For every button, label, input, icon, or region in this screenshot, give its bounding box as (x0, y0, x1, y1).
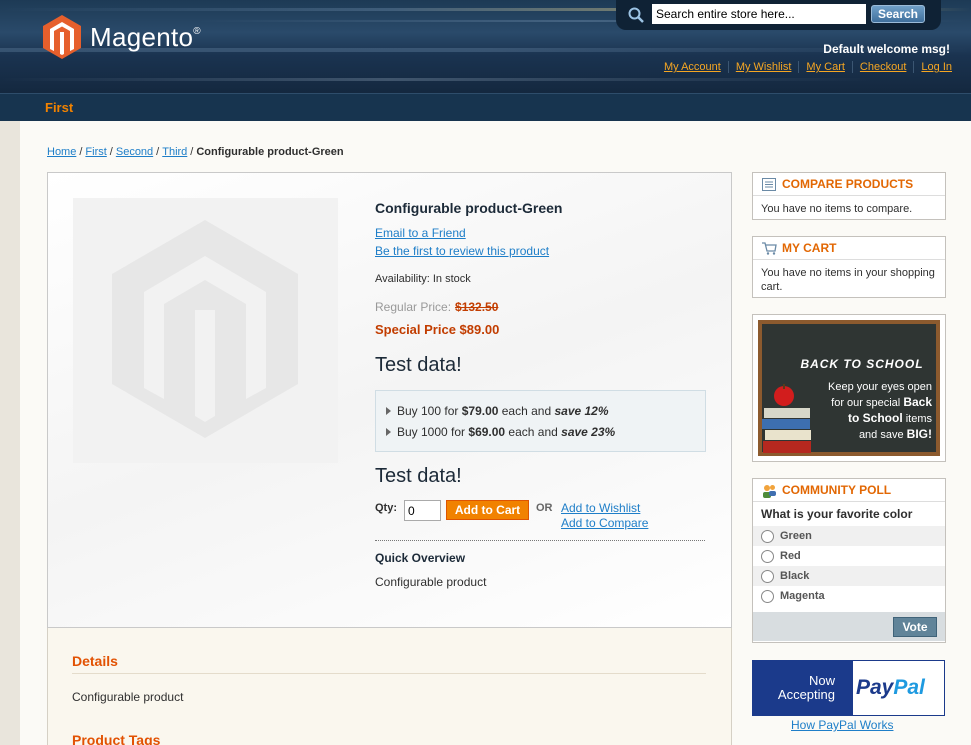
magento-hexagon-icon (43, 15, 81, 59)
breadcrumb: Home / First / Second / Third / Configurable pro… (47, 146, 344, 158)
radio-button[interactable] (761, 529, 774, 543)
people-icon (763, 485, 776, 498)
add-to-wishlist-link[interactable]: Add to Wishlist (561, 501, 640, 515)
paypal-accepting-panel: Now Accepting (753, 661, 853, 715)
my-account-link[interactable]: My Account (664, 61, 721, 73)
breadcrumb-current: Configurable product-Green (196, 146, 344, 158)
qty-label: Qty: (375, 502, 397, 514)
regular-price: Regular Price: $132.50 (375, 300, 499, 314)
breadcrumb-first[interactable]: First (85, 146, 106, 158)
vote-button[interactable]: Vote (893, 617, 937, 637)
availability-status: Availability: In stock (375, 273, 471, 285)
account-links: My Account My Wishlist My Cart Checkout … (664, 61, 952, 73)
product-image[interactable] (73, 198, 338, 463)
nav-item-first[interactable]: First (45, 100, 73, 115)
product-tags-heading: Product Tags (72, 732, 161, 745)
placeholder-logo-icon (112, 220, 298, 438)
bullet-arrow-icon (386, 428, 391, 436)
site-header: Magento® Search Default welcome msg! My … (0, 0, 971, 93)
radio-button[interactable] (761, 569, 774, 583)
details-heading: Details (72, 653, 118, 669)
mini-cart-title: MY CART (753, 237, 945, 260)
checkout-link[interactable]: Checkout (851, 61, 906, 73)
back-to-school-banner[interactable]: BACK TO SCHOOL Keep your eyes open for o… (752, 314, 946, 462)
add-to-compare-link[interactable]: Add to Compare (561, 516, 648, 530)
list-icon (762, 178, 776, 191)
quick-overview-text: Configurable product (375, 575, 487, 589)
radio-button[interactable] (761, 549, 774, 563)
how-paypal-works-link[interactable]: How PayPal Works (791, 718, 893, 732)
banner-title: BACK TO SCHOOL (800, 357, 924, 371)
review-link[interactable]: Be the first to review this product (375, 244, 549, 258)
divider (72, 673, 706, 674)
paypal-banner[interactable]: Now Accepting PayPal (752, 660, 945, 716)
qty-input[interactable] (404, 500, 441, 521)
poll-option-green[interactable]: Green (753, 526, 945, 546)
search-input[interactable] (652, 4, 866, 24)
magento-logo[interactable]: Magento® (42, 14, 201, 60)
product-collateral (47, 628, 732, 745)
login-link[interactable]: Log In (913, 61, 952, 73)
product-name: Configurable product-Green (375, 200, 563, 216)
radio-button[interactable] (761, 589, 774, 603)
product-description-short: Test data! (375, 465, 462, 487)
bullet-arrow-icon (386, 407, 391, 415)
compare-products-title: COMPARE PRODUCTS (753, 173, 945, 196)
old-price: $132.50 (455, 300, 499, 314)
details-text: Configurable product (72, 690, 184, 704)
search-button[interactable]: Search (871, 5, 925, 23)
compare-products-block: COMPARE PRODUCTS You have no items to co… (752, 172, 946, 220)
breadcrumb-second[interactable]: Second (116, 146, 153, 158)
banner-text: Keep your eyes open for our special Back… (828, 381, 932, 441)
poll-option-magenta[interactable]: Magenta (753, 586, 945, 606)
tier-price-item: Buy 100 for $79.00 each and save 12% (386, 404, 609, 418)
compare-products-text: You have no items to compare. (761, 203, 913, 215)
email-friend-link[interactable]: Email to a Friend (375, 226, 466, 240)
my-wishlist-link[interactable]: My Wishlist (727, 61, 791, 73)
paypal-accepting-text: Now Accepting (777, 673, 835, 702)
tier-price-item: Buy 1000 for $69.00 each and save 23% (386, 425, 615, 439)
community-poll-block: COMMUNITY POLL What is your favorite col… (752, 478, 946, 643)
poll-option-black[interactable]: Black (753, 566, 945, 586)
or-separator: OR (536, 502, 553, 514)
welcome-message: Default welcome msg! (823, 42, 950, 56)
chalkboard-frame: BACK TO SCHOOL Keep your eyes open for o… (758, 320, 940, 456)
chalkboard: BACK TO SCHOOL Keep your eyes open for o… (762, 324, 936, 453)
poll-option-red[interactable]: Red (753, 546, 945, 566)
special-price: Special Price $89.00 (375, 322, 500, 337)
books-apple-icon (762, 384, 811, 453)
mini-cart-block: MY CART You have no items in your shoppi… (752, 236, 946, 298)
divider (375, 540, 705, 541)
add-to-cart-button[interactable]: Add to Cart (446, 500, 529, 520)
breadcrumb-third[interactable]: Third (162, 146, 187, 158)
breadcrumb-home[interactable]: Home (47, 146, 76, 158)
poll-actions: Vote (753, 612, 945, 641)
cart-icon (762, 242, 777, 255)
main-nav: First (0, 93, 971, 121)
paypal-logo: PayPal (856, 676, 925, 699)
mini-cart-text: You have no items in your shopping cart. (761, 267, 935, 293)
quick-overview-title: Quick Overview (375, 551, 466, 565)
tier-prices: Buy 100 for $79.00 each and save 12% Buy… (375, 390, 706, 452)
search-icon (628, 7, 644, 23)
my-cart-link[interactable]: My Cart (798, 61, 845, 73)
short-description: Test data! (375, 354, 462, 376)
community-poll-title: COMMUNITY POLL (753, 479, 945, 502)
poll-question: What is your favorite color (761, 507, 913, 521)
logo-text: Magento® (90, 21, 201, 52)
search-bar: Search (616, 0, 941, 30)
